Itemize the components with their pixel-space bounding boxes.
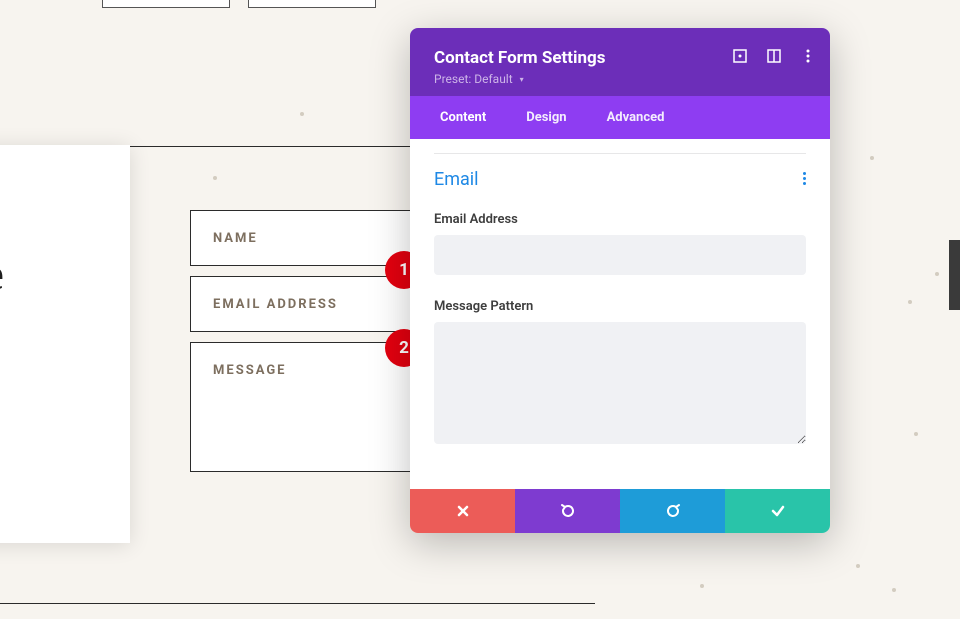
- kebab-menu-icon[interactable]: [800, 48, 816, 64]
- truncated-button-2: [248, 0, 376, 8]
- truncated-button-1: [102, 0, 230, 8]
- section-options-icon[interactable]: [803, 172, 806, 188]
- decor-dot: [935, 272, 939, 276]
- email-address-label: Email Address: [434, 212, 806, 227]
- save-button[interactable]: [725, 489, 830, 533]
- scrollbar-thumb[interactable]: [949, 240, 960, 310]
- redo-button[interactable]: [620, 489, 725, 533]
- decor-dot: [892, 588, 896, 592]
- decor-dot: [914, 432, 918, 436]
- email-address-input[interactable]: [434, 235, 806, 275]
- tab-design[interactable]: Design: [506, 96, 586, 139]
- page-heading-fragment: age: [0, 249, 98, 300]
- modal-header[interactable]: Contact Form Settings Preset: Default ▾: [410, 28, 830, 96]
- cancel-button[interactable]: [410, 489, 515, 533]
- decor-dot: [700, 584, 704, 588]
- page-body-fragment: itasse nec. ic leo.: [0, 430, 98, 474]
- modal-header-actions: [732, 48, 816, 64]
- modal-body: Email Email Address Message Pattern: [410, 139, 830, 489]
- message-pattern-textarea[interactable]: [434, 322, 806, 444]
- chevron-down-icon: ▾: [520, 75, 524, 84]
- preset-label: Preset: Default: [434, 72, 513, 86]
- undo-button[interactable]: [515, 489, 620, 533]
- decor-dot: [300, 112, 304, 116]
- modal-tabs: Content Design Advanced: [410, 96, 830, 139]
- decor-dot: [870, 156, 874, 160]
- message-pattern-label: Message Pattern: [434, 299, 806, 314]
- responsive-icon[interactable]: [766, 48, 782, 64]
- preset-selector[interactable]: Preset: Default ▾: [434, 72, 810, 86]
- decor-dot: [213, 176, 217, 180]
- expand-icon[interactable]: [732, 48, 748, 64]
- section-title-email: Email: [434, 169, 479, 190]
- decor-dot: [908, 300, 912, 304]
- tab-advanced[interactable]: Advanced: [587, 96, 685, 139]
- modal-footer: [410, 489, 830, 533]
- tab-content[interactable]: Content: [420, 96, 506, 139]
- page-card: age itasse nec. ic leo.: [0, 145, 130, 543]
- decor-dot: [856, 564, 860, 568]
- section-header[interactable]: Email: [434, 169, 806, 190]
- settings-modal: Contact Form Settings Preset: Default ▾ …: [410, 28, 830, 533]
